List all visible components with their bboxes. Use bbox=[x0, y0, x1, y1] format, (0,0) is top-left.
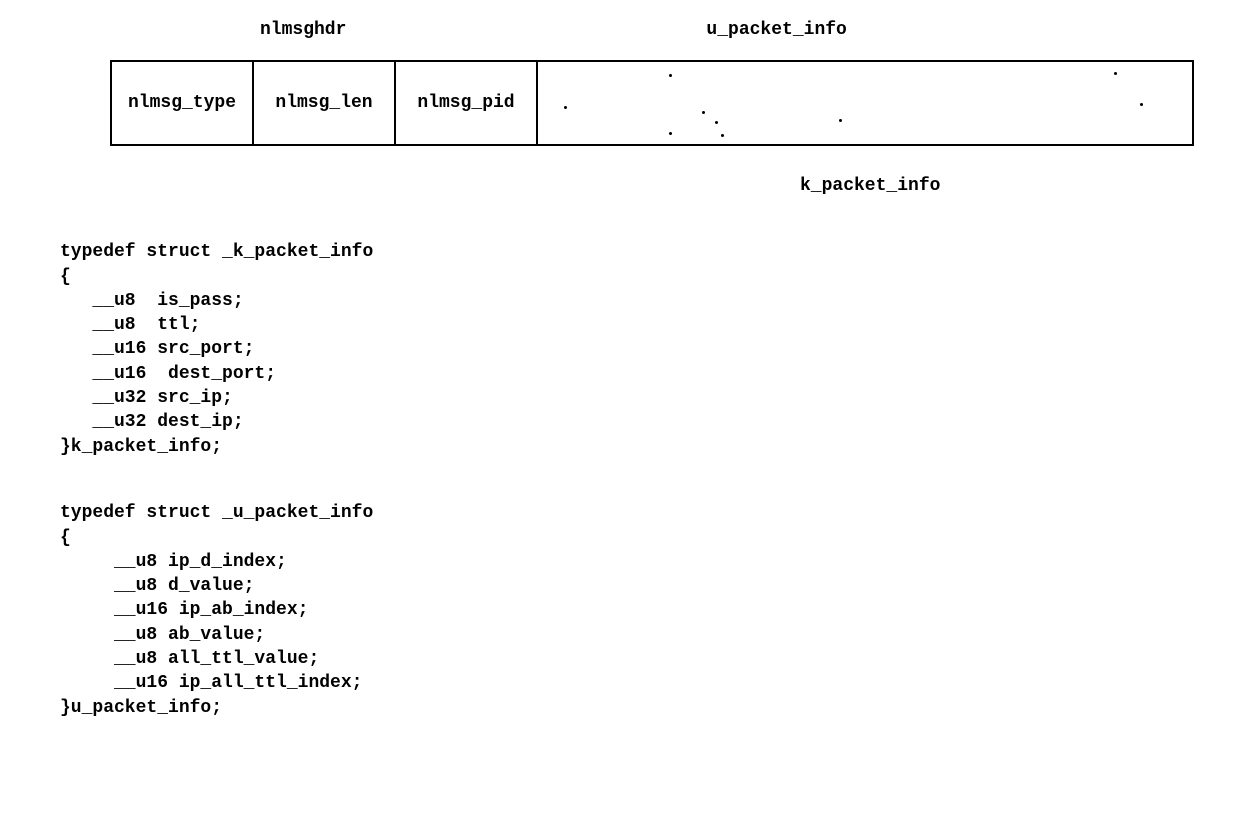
code-line: __u8 all_ttl_value; bbox=[60, 649, 319, 669]
code-line: { bbox=[60, 528, 71, 548]
struct-k-packet-info: typedef struct _k_packet_info { __u8 is_… bbox=[60, 216, 1179, 459]
cell-payload bbox=[538, 62, 1192, 144]
code-line: __u32 src_ip; bbox=[60, 388, 233, 408]
cell-nlmsg-len: nlmsg_len bbox=[254, 62, 396, 144]
code-line: __u8 ttl; bbox=[60, 315, 200, 335]
struct-u-packet-info: typedef struct _u_packet_info { __u8 ip_… bbox=[60, 477, 1179, 720]
code-line: __u32 dest_ip; bbox=[60, 412, 244, 432]
code-line: __u8 ip_d_index; bbox=[60, 552, 287, 572]
code-line: __u16 dest_port; bbox=[60, 364, 276, 384]
label-nlmsghdr: nlmsghdr bbox=[260, 20, 346, 40]
code-line: { bbox=[60, 267, 71, 287]
code-line: __u8 is_pass; bbox=[60, 291, 244, 311]
code-line: __u8 ab_value; bbox=[60, 625, 265, 645]
label-upacket: u_packet_info bbox=[706, 20, 846, 40]
cell-nlmsg-pid: nlmsg_pid bbox=[396, 62, 538, 144]
packet-structure-table: nlmsg_type nlmsg_len nlmsg_pid bbox=[110, 60, 1194, 146]
header-labels: nlmsghdr u_packet_info bbox=[60, 20, 1179, 40]
code-line: typedef struct _k_packet_info bbox=[60, 242, 373, 262]
code-line: __u16 ip_ab_index; bbox=[60, 600, 308, 620]
cell-nlmsg-type: nlmsg_type bbox=[112, 62, 254, 144]
code-line: __u16 ip_all_ttl_index; bbox=[60, 673, 362, 693]
dots-decoration bbox=[538, 62, 1192, 144]
code-line: __u8 d_value; bbox=[60, 576, 254, 596]
code-line: }u_packet_info; bbox=[60, 698, 222, 718]
code-line: }k_packet_info; bbox=[60, 437, 222, 457]
label-kpacket: k_packet_info bbox=[800, 176, 1179, 196]
code-line: __u16 src_port; bbox=[60, 339, 254, 359]
code-line: typedef struct _u_packet_info bbox=[60, 503, 373, 523]
